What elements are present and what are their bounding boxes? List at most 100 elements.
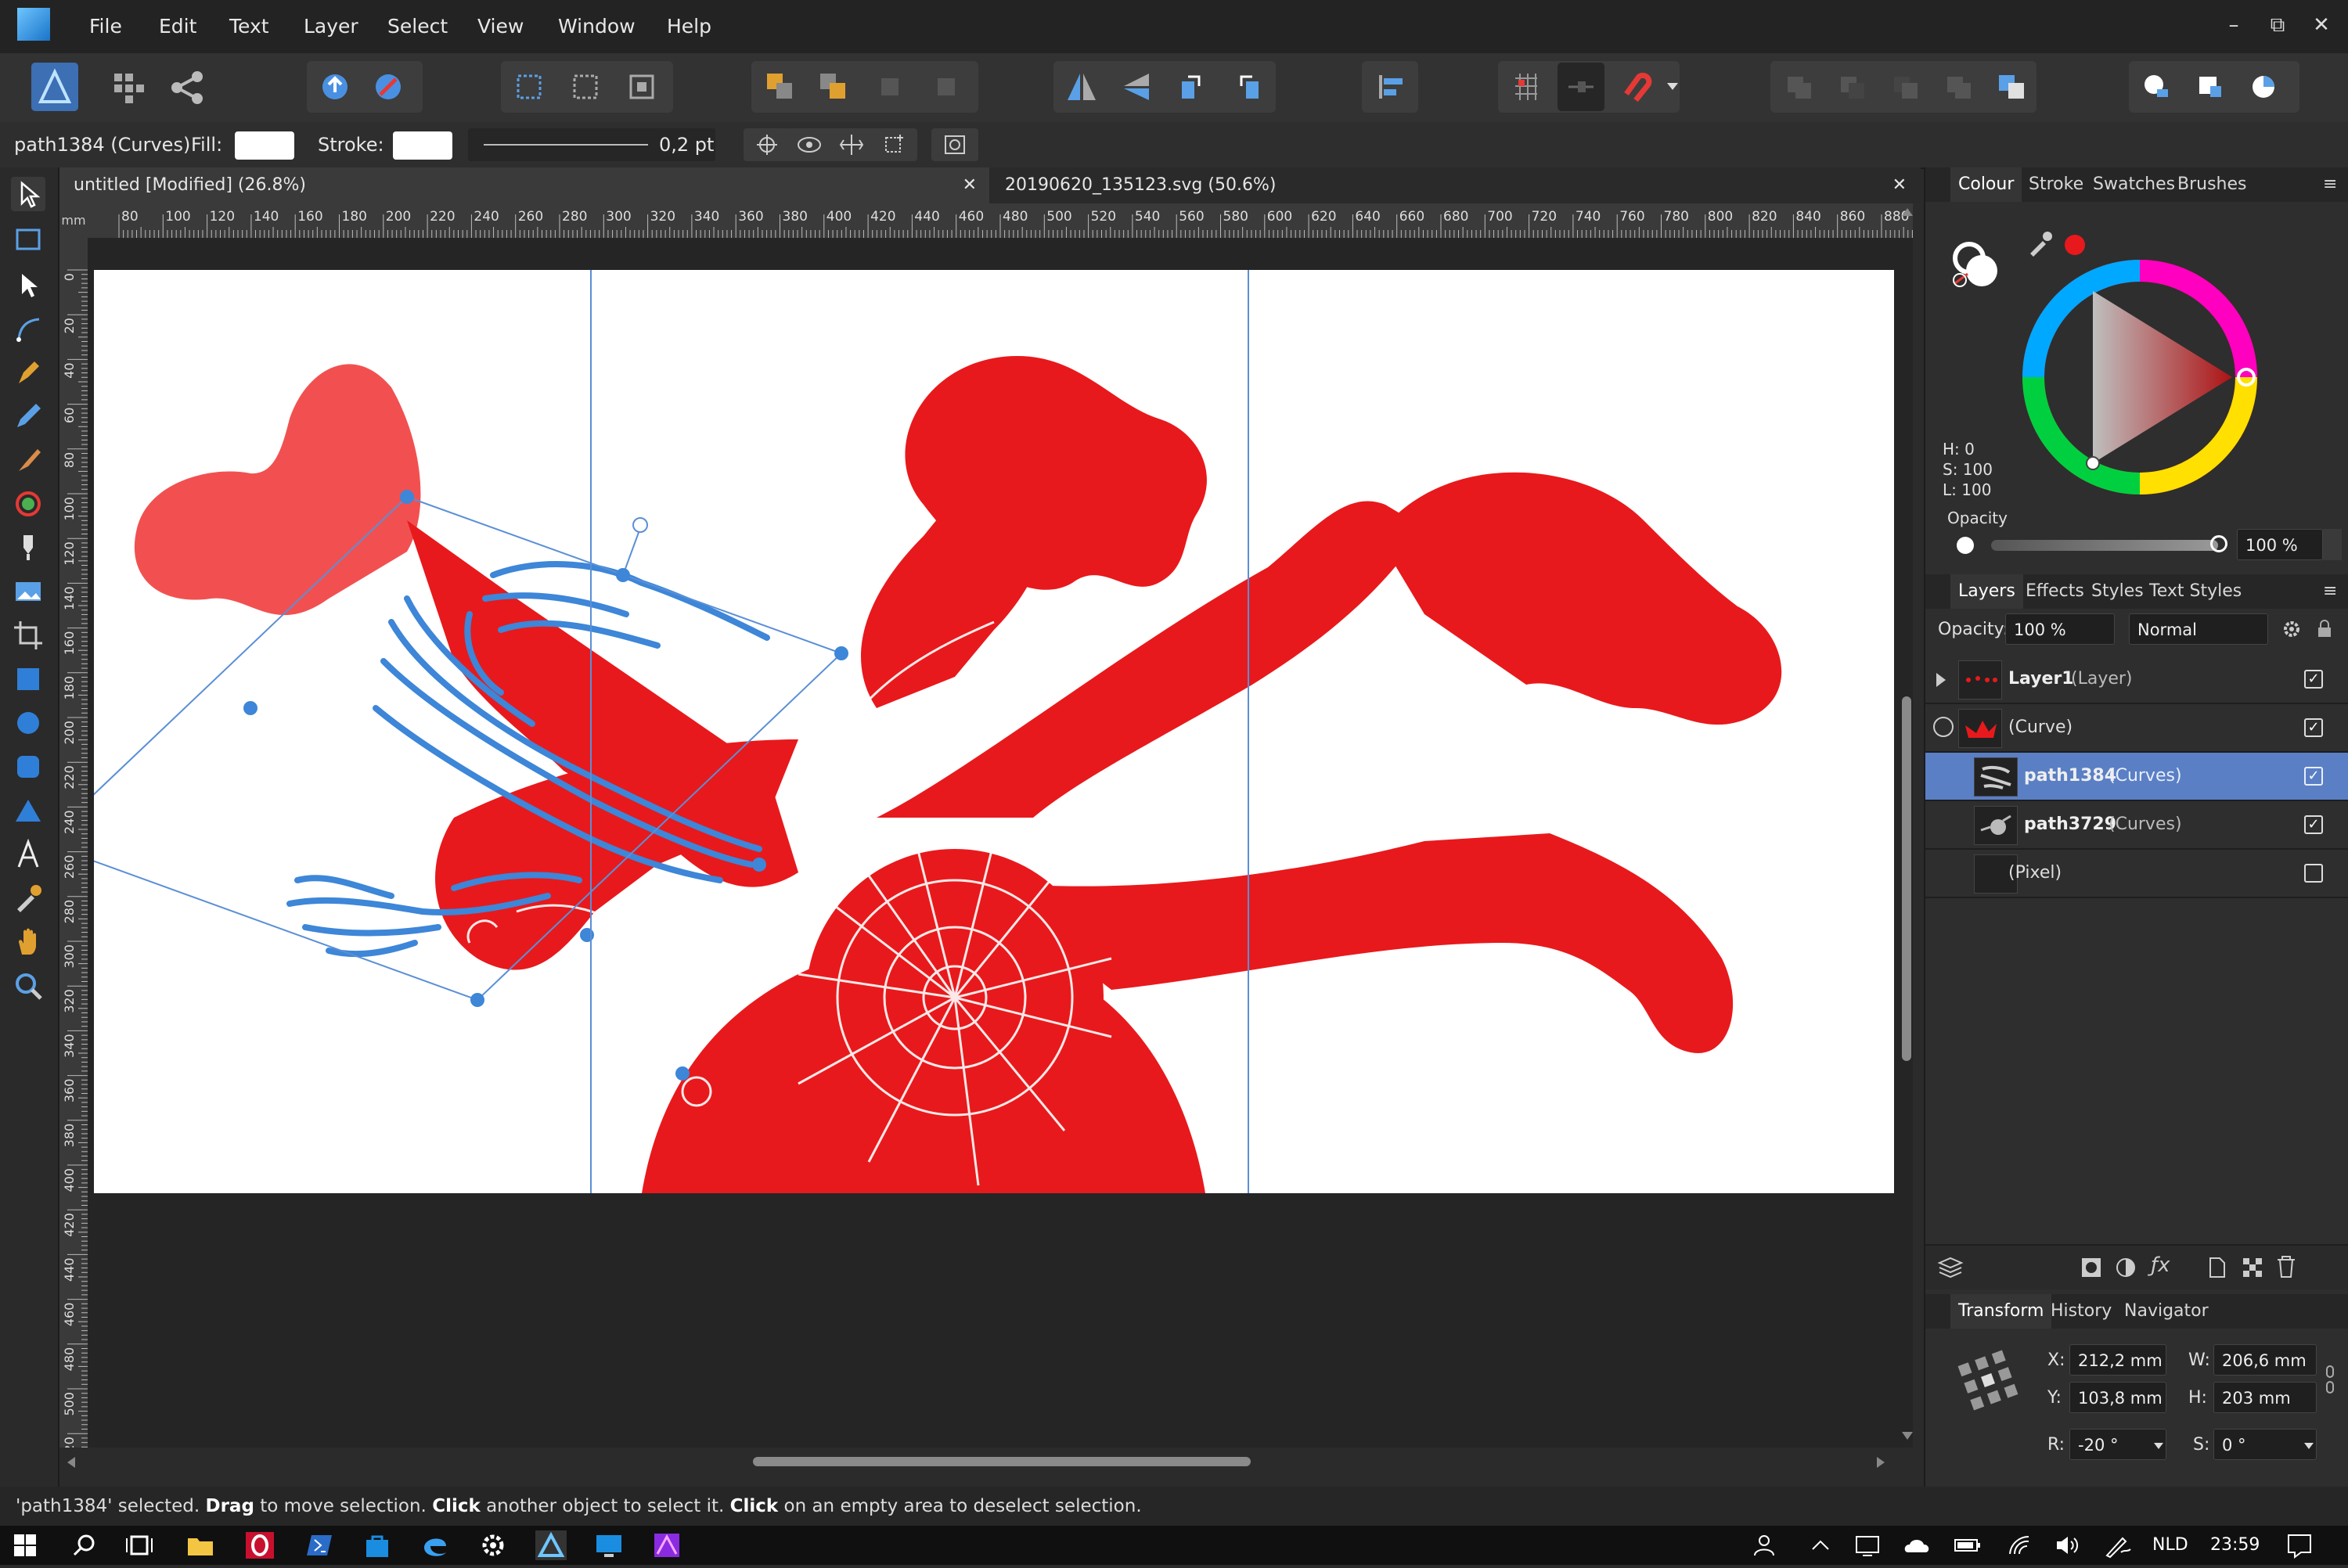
tab-stroke[interactable]: Stroke: [2029, 167, 2083, 202]
rotate-left-icon[interactable]: [1169, 63, 1216, 111]
opacity-slider[interactable]: [1991, 540, 2218, 551]
remote-desktop-icon[interactable]: [593, 1530, 625, 1560]
settings-gear-icon[interactable]: [477, 1530, 509, 1560]
export-persona-icon[interactable]: [164, 63, 211, 111]
people-icon[interactable]: [1748, 1530, 1780, 1560]
clock-time[interactable]: 23:59: [2210, 1526, 2260, 1565]
scroll-down-icon[interactable]: [1902, 1432, 1913, 1440]
zoom-tool-icon[interactable]: [11, 969, 45, 1003]
panel-menu-icon[interactable]: ≡: [2323, 574, 2337, 609]
show-bounding-box-icon[interactable]: [786, 128, 833, 161]
eyedropper-icon[interactable]: [2027, 230, 2054, 257]
fill-stroke-selector-icon[interactable]: [1946, 230, 2008, 293]
layer-stack-icon[interactable]: [1936, 1255, 1964, 1280]
menu-view[interactable]: View: [477, 0, 524, 53]
layer-settings-gear-icon[interactable]: [2282, 620, 2301, 638]
selection-handle[interactable]: [580, 928, 594, 942]
show-hidden-icons-icon[interactable]: [1805, 1530, 1836, 1560]
affinity-photo-taskbar-icon[interactable]: [651, 1530, 682, 1560]
tab-history[interactable]: History: [2051, 1294, 2112, 1329]
current-colour-swatch[interactable]: [2065, 235, 2085, 255]
tab-effects[interactable]: Effects: [2026, 574, 2084, 609]
tab-layers[interactable]: Layers: [1950, 574, 2023, 609]
rectangle-tool-icon[interactable]: [11, 662, 45, 696]
select-all-icon[interactable]: [506, 63, 553, 111]
powershell-icon[interactable]: [304, 1530, 335, 1560]
layer-row-layer1[interactable]: Layer1 (Layer) ✓: [1925, 656, 2348, 704]
shear-dropdown-icon[interactable]: [2304, 1443, 2314, 1449]
anchor-point-selector-icon[interactable]: [1949, 1341, 2027, 1419]
edge-browser-icon[interactable]: [420, 1530, 451, 1560]
lock-icon[interactable]: [2317, 620, 2332, 638]
pen-ink-icon[interactable]: [2102, 1530, 2134, 1560]
reset-selection-box-icon[interactable]: [931, 128, 978, 161]
link-proportions-icon[interactable]: [2325, 1357, 2335, 1404]
onedrive-cloud-icon[interactable]: [1902, 1530, 1933, 1560]
layer-row-path3729[interactable]: path3729 (Curves) ✓: [1925, 801, 2348, 850]
insert-top-icon[interactable]: [2187, 63, 2234, 111]
boolean-intersect-icon[interactable]: [1882, 63, 1928, 111]
boolean-subtract-icon[interactable]: [1828, 63, 1875, 111]
menu-text[interactable]: Text: [229, 0, 269, 53]
align-handles-icon[interactable]: [828, 128, 875, 161]
close-tab-icon[interactable]: ✕: [963, 167, 977, 203]
move-tool-icon[interactable]: [11, 177, 45, 211]
designer-persona-icon[interactable]: [31, 63, 78, 111]
windows-start-icon[interactable]: [9, 1530, 41, 1560]
crop-tool-icon[interactable]: [11, 618, 45, 653]
pixel-persona-icon[interactable]: [105, 63, 152, 111]
colour-wheel[interactable]: [2022, 260, 2257, 494]
scroll-right-icon[interactable]: [1877, 1457, 1885, 1468]
horizontal-scrollbar[interactable]: [753, 1457, 1251, 1466]
rotation-input[interactable]: -20 °: [2069, 1429, 2166, 1460]
adjustment-layer-icon[interactable]: [2115, 1257, 2137, 1278]
notifications-icon[interactable]: [2284, 1530, 2315, 1560]
selection-handle[interactable]: [752, 858, 766, 872]
layer-visibility-checkbox[interactable]: ✓: [2304, 670, 2323, 689]
search-icon[interactable]: [69, 1530, 100, 1560]
close-window-button[interactable]: ✕: [2298, 0, 2345, 53]
vector-brush-tool-icon[interactable]: [11, 443, 45, 477]
tab-styles[interactable]: Styles: [2091, 574, 2144, 609]
tab-brushes[interactable]: Brushes: [2177, 167, 2246, 202]
tab-text-styles[interactable]: Text Styles: [2149, 574, 2242, 609]
tab-svg-file[interactable]: 20190620_135123.svg (50.6%) ✕: [991, 167, 1919, 203]
rotate-right-icon[interactable]: [1224, 63, 1271, 111]
layer-row-path1384[interactable]: path1384 (Curves) ✓: [1925, 753, 2348, 801]
menu-select[interactable]: Select: [387, 0, 448, 53]
flip-vertical-icon[interactable]: [1113, 63, 1160, 111]
insert-inside-icon[interactable]: [2240, 63, 2287, 111]
tab-transform[interactable]: Transform: [1950, 1294, 2052, 1329]
minimize-button[interactable]: –: [2210, 0, 2257, 53]
deselect-icon[interactable]: [562, 63, 609, 111]
shear-input[interactable]: 0 °: [2213, 1429, 2317, 1460]
menu-file[interactable]: File: [89, 0, 122, 53]
input-language[interactable]: NLD: [2152, 1526, 2188, 1565]
x-input[interactable]: 212,2 mm: [2069, 1344, 2166, 1376]
tab-colour[interactable]: Colour: [1950, 167, 2022, 202]
wifi-icon[interactable]: [2004, 1530, 2035, 1560]
w-input[interactable]: 206,6 mm: [2213, 1344, 2317, 1376]
restore-button[interactable]: ⧉: [2254, 0, 2301, 53]
opacity-input[interactable]: 100 %: [2237, 529, 2323, 560]
add-layer-icon[interactable]: [2207, 1257, 2227, 1278]
rounded-rectangle-tool-icon[interactable]: [11, 750, 45, 784]
vertical-scrollbar[interactable]: [1902, 696, 1911, 1061]
rotation-dropdown-icon[interactable]: [2154, 1443, 2163, 1449]
scroll-left-icon[interactable]: [67, 1457, 75, 1468]
collapse-arrow-icon[interactable]: [1933, 717, 1954, 737]
fill-tool-icon[interactable]: [11, 487, 45, 521]
volume-icon[interactable]: [2052, 1530, 2083, 1560]
alignment-icon[interactable]: [1367, 63, 1413, 111]
move-to-back-icon[interactable]: [756, 63, 803, 111]
convert-to-curves-icon[interactable]: [870, 128, 917, 161]
move-forward-one-icon[interactable]: [866, 63, 913, 111]
selection-handle[interactable]: [470, 993, 484, 1007]
ellipse-tool-icon[interactable]: [11, 706, 45, 740]
menu-layer[interactable]: Layer: [304, 0, 358, 53]
pencil-tool-icon[interactable]: [11, 399, 45, 433]
menu-help[interactable]: Help: [667, 0, 711, 53]
stroke-swatch[interactable]: [393, 131, 452, 160]
opera-browser-icon[interactable]: [244, 1530, 275, 1560]
view-tool-icon[interactable]: [11, 925, 45, 959]
